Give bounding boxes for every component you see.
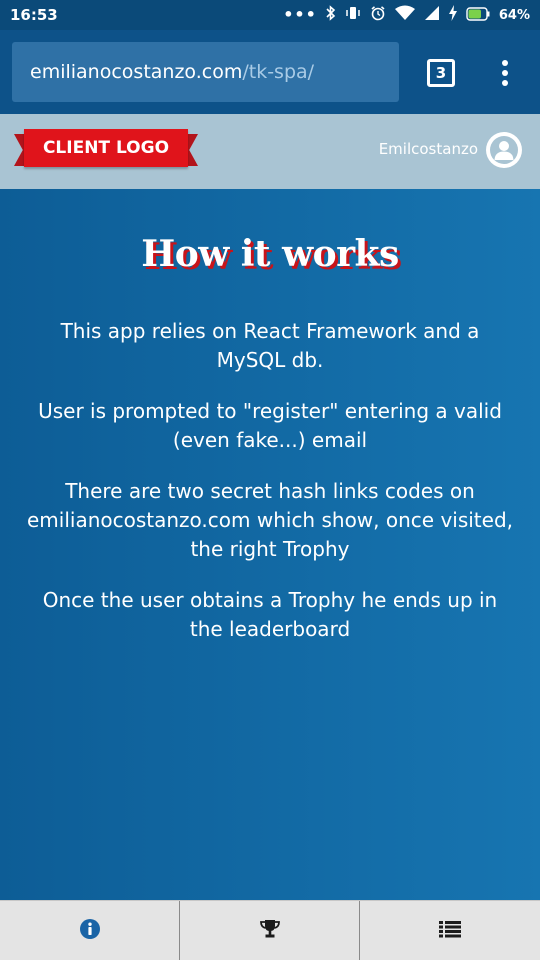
page-title: How it works [141,233,399,275]
description-paragraph: User is prompted to "register" entering … [38,399,502,452]
browser-toolbar: emilianocostanzo.com/tk-spa/ 3 [0,30,540,114]
wifi-icon [394,5,415,25]
status-icons: ••• 64% [283,5,530,25]
nav-trophy-button[interactable] [180,901,360,960]
battery-icon [466,6,490,25]
info-icon [79,918,100,943]
alarm-icon [370,5,386,25]
user-avatar-icon[interactable] [486,132,522,172]
url-domain: emilianocostanzo.com [30,61,243,83]
client-logo[interactable]: CLIENT LOGO [14,127,198,173]
signal-icon [424,5,440,25]
bottom-nav [0,900,540,960]
tab-switcher-button[interactable]: 3 [427,59,455,87]
description-paragraph: This app relies on React Framework and a… [60,319,480,372]
description-paragraph: There are two secret hash links codes on… [26,479,514,561]
url-path: /tk-spa/ [242,61,315,83]
battery-percent: 64% [498,7,530,23]
status-time: 16:53 [10,6,58,24]
app-header: CLIENT LOGO Emilcostanzo [0,114,540,189]
logo-text: CLIENT LOGO [24,129,188,167]
more-dots-icon: ••• [283,5,317,24]
description: This app relies on React Framework and a… [24,317,516,666]
more-vert-icon[interactable] [493,56,517,90]
trophy-icon [259,918,281,944]
list-icon [439,920,461,942]
status-bar: 16:53 ••• 64% [0,0,540,30]
bluetooth-icon [326,5,336,25]
description-paragraph: Once the user obtains a Trophy he ends u… [42,588,498,641]
username-label[interactable]: Emilcostanzo [379,140,478,158]
charging-icon [448,5,457,25]
main-content: How it works This app relies on React Fr… [0,189,540,900]
nav-info-button[interactable] [0,901,180,960]
address-bar[interactable]: emilianocostanzo.com/tk-spa/ [12,42,399,102]
nav-leaderboard-button[interactable] [360,901,540,960]
vibrate-icon [345,5,361,25]
